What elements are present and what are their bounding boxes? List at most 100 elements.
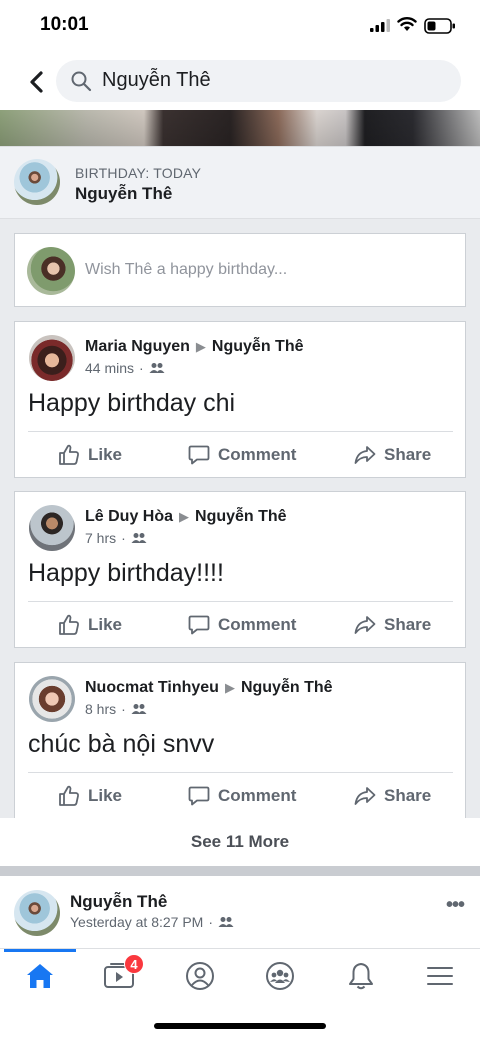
meta-dot: ·	[139, 360, 144, 376]
post-target[interactable]: Nguyễn Thê	[212, 338, 304, 355]
share-label: Share	[384, 445, 432, 464]
share-button[interactable]: Share	[353, 441, 431, 469]
share-label: Share	[384, 615, 432, 634]
composer-placeholder[interactable]: Wish Thê a happy birthday...	[85, 261, 287, 279]
arrow-right-icon: ▶	[224, 680, 235, 695]
avatar[interactable]	[29, 676, 75, 722]
search-query: Nguyễn Thê	[102, 69, 211, 91]
feed-post-meta: Yesterday at 8:27 PM ·	[70, 914, 234, 930]
comment-button[interactable]: Comment	[187, 441, 296, 469]
tab-menu[interactable]	[420, 959, 460, 993]
post-meta: 7 hrs ·	[85, 530, 147, 546]
arrow-right-icon: ▶	[195, 339, 206, 354]
post-card: Nuocmat Tinhyeu ▶ Nguyễn Thê 8 hrs · chúc b…	[14, 662, 466, 819]
like-icon	[59, 444, 79, 465]
comment-button[interactable]: Comment	[187, 611, 296, 639]
like-button[interactable]: Like	[57, 782, 122, 810]
post-target[interactable]: Nguyễn Thê	[241, 679, 333, 696]
post-header: Lê Duy Hòa ▶ Nguyễn Thê	[85, 508, 287, 526]
avatar	[27, 247, 75, 295]
post-text: Happy birthday chi	[28, 389, 236, 417]
wifi-icon	[397, 17, 417, 31]
comment-button[interactable]: Comment	[187, 782, 296, 810]
like-icon	[59, 614, 79, 635]
avatar[interactable]	[29, 335, 75, 381]
meta-dot: ·	[121, 530, 126, 546]
see-more-button[interactable]: See 11 More	[0, 832, 480, 852]
status-bar: 10:01	[0, 0, 480, 52]
tab-home[interactable]	[20, 959, 60, 993]
meta-dot: ·	[121, 701, 126, 717]
post-card: Lê Duy Hòa ▶ Nguyễn Thê 7 hrs · Happy birth…	[14, 491, 466, 648]
active-tab-indicator	[4, 949, 76, 952]
comment-icon	[188, 786, 210, 806]
divider	[28, 431, 453, 432]
like-label: Like	[88, 786, 123, 805]
post-author[interactable]: Nuocmat Tinhyeu	[85, 679, 219, 696]
tab-profile[interactable]	[180, 959, 220, 993]
share-button[interactable]: Share	[353, 611, 431, 639]
cover-photo-shade	[0, 110, 480, 146]
friends-audience-icon	[149, 363, 165, 373]
share-label: Share	[384, 786, 432, 805]
post-time[interactable]: 44 mins	[85, 360, 134, 376]
post-target[interactable]: Nguyễn Thê	[195, 508, 287, 525]
comment-icon	[188, 615, 210, 635]
post-meta: 8 hrs ·	[85, 701, 147, 717]
divider	[28, 772, 453, 773]
friends-audience-icon	[218, 917, 234, 927]
post-author[interactable]: Lê Duy Hòa	[85, 508, 173, 525]
like-label: Like	[88, 445, 123, 464]
menu-icon	[427, 967, 453, 985]
more-options-icon[interactable]: •••	[446, 894, 465, 917]
watch-notification-badge: 4	[124, 954, 144, 974]
search-input[interactable]: Nguyễn Thê	[56, 60, 461, 102]
friends-audience-icon	[131, 533, 147, 543]
see-more-section: See 11 More	[0, 818, 480, 866]
post-text: chúc bà nội snvv	[28, 730, 215, 758]
share-button[interactable]: Share	[353, 782, 431, 810]
avatar[interactable]	[14, 159, 60, 205]
feed-post-time[interactable]: Yesterday at 8:27 PM	[70, 914, 203, 930]
post-header: Nuocmat Tinhyeu ▶ Nguyễn Thê	[85, 679, 333, 697]
post-time[interactable]: 7 hrs	[85, 530, 116, 546]
birthday-label: BIRTHDAY: TODAY	[75, 165, 202, 181]
birthday-name[interactable]: Nguyễn Thê	[75, 184, 172, 204]
back-arrow-icon[interactable]	[26, 68, 48, 96]
meta-dot: ·	[208, 914, 214, 930]
arrow-right-icon: ▶	[179, 509, 190, 524]
feed-post: Nguyễn Thê Yesterday at 8:27 PM · •••	[0, 876, 480, 948]
divider	[28, 601, 453, 602]
share-icon	[354, 446, 376, 464]
like-button[interactable]: Like	[57, 441, 122, 469]
avatar[interactable]	[14, 890, 60, 936]
birthday-banner[interactable]: BIRTHDAY: TODAY Nguyễn Thê	[0, 146, 480, 219]
share-icon	[354, 787, 376, 805]
like-label: Like	[88, 615, 123, 634]
comment-label: Comment	[218, 786, 297, 805]
share-icon	[354, 616, 376, 634]
tab-notifications[interactable]	[341, 959, 381, 993]
like-icon	[59, 785, 79, 806]
post-author[interactable]: Maria Nguyen	[85, 338, 190, 355]
post-time[interactable]: 8 hrs	[85, 701, 116, 717]
tab-groups[interactable]	[260, 959, 300, 993]
avatar[interactable]	[29, 505, 75, 551]
post-text: Happy birthday!!!!	[28, 559, 224, 587]
like-button[interactable]: Like	[57, 611, 122, 639]
section-separator	[0, 866, 480, 876]
groups-icon	[266, 962, 294, 990]
battery-icon	[424, 18, 455, 34]
post-meta: 44 mins ·	[85, 360, 165, 376]
profile-icon	[186, 962, 214, 990]
feed-post-author[interactable]: Nguyễn Thê	[70, 892, 167, 912]
cellular-signal-icon	[370, 19, 390, 32]
post-header: Maria Nguyen ▶ Nguyễn Thê	[85, 338, 303, 356]
status-time: 10:01	[40, 14, 89, 35]
notifications-icon	[349, 963, 373, 990]
comment-label: Comment	[218, 445, 297, 464]
home-icon	[27, 964, 53, 988]
home-indicator	[154, 1023, 326, 1029]
birthday-wish-composer[interactable]: Wish Thê a happy birthday...	[14, 233, 466, 307]
search-icon	[71, 71, 92, 92]
